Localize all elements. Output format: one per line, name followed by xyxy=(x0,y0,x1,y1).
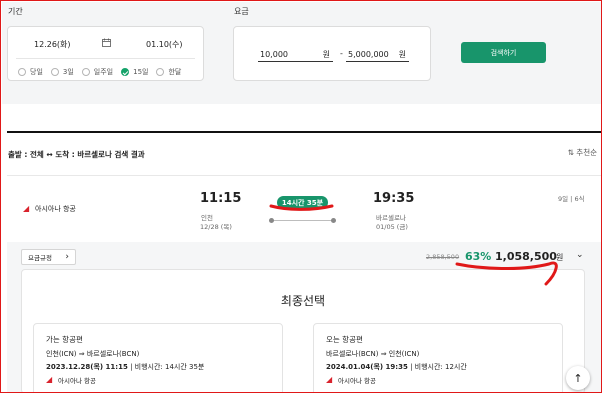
destination-dot xyxy=(331,218,336,223)
price-unit: 원 xyxy=(556,253,564,262)
period-card: 12.26(화) 01.10(수) 당일 3일 일주일 15일 한달 xyxy=(7,26,204,81)
price-card: 10,000 원 - 5,000,000 원 xyxy=(233,26,431,81)
outbound-schedule: 2023.12.28(목) 11:15 | 비행시간: 14시간 35분 xyxy=(46,363,205,371)
date-from[interactable]: 12.26(화) xyxy=(34,39,71,50)
price-label: 요금 xyxy=(234,7,249,16)
section-divider xyxy=(7,131,601,133)
outbound-airline: ◢ 아시아나 항공 xyxy=(46,375,96,386)
route-summary: 출발 : 전체 ↔ 도착 : 바르셀로나 검색 결과 xyxy=(8,150,145,159)
price-separator: - xyxy=(340,49,343,58)
depart-time: 11:15 xyxy=(200,191,242,206)
final-selection-title: 최종선택 xyxy=(280,294,326,308)
depart-date: 12/28 (목) xyxy=(200,223,232,231)
period-label: 기간 xyxy=(8,7,23,16)
radio-icon xyxy=(156,68,165,76)
outbound-route: 인천(ICN) ⇒ 바르셀로나(BCN) xyxy=(46,350,140,358)
airline-logo-icon: ◢ xyxy=(326,375,333,384)
page-frame: 기간 12.26(화) 01.10(수) 당일 3일 일주일 15일 한달 요금… xyxy=(0,0,602,393)
duration-option-sameday[interactable]: 당일 xyxy=(18,66,43,78)
duration-option-3days[interactable]: 3일 xyxy=(50,66,74,78)
chevron-right-icon: › xyxy=(65,252,69,262)
scroll-top-button[interactable]: ↑ xyxy=(566,366,590,390)
inbound-flight-card: 오는 항공편 바르셀로나(BCN) ⇒ 인천(ICN) 2024.01.04(목… xyxy=(313,323,563,392)
final-price: 1,058,500 xyxy=(495,250,557,263)
arrow-up-icon: ↑ xyxy=(573,371,583,385)
discount-rate: 63% xyxy=(465,250,492,263)
radio-icon xyxy=(50,68,59,76)
sort-dropdown[interactable]: ⇅ 추천순 xyxy=(568,147,597,158)
duration-badge: 14시간 35분 xyxy=(277,196,328,209)
outbound-title: 가는 항공편 xyxy=(46,335,83,344)
inbound-route: 바르셀로나(BCN) ⇒ 인천(ICN) xyxy=(326,350,420,358)
original-price: 2,858,500 xyxy=(426,253,460,261)
outbound-flight-card: 가는 항공편 인천(ICN) ⇒ 바르셀로나(BCN) 2023.12.28(목… xyxy=(33,323,283,392)
final-selection-card: 최종선택 가는 항공편 인천(ICN) ⇒ 바르셀로나(BCN) 2023.12… xyxy=(21,269,585,392)
duration-options: 당일 3일 일주일 15일 한달 xyxy=(18,66,197,78)
chevron-down-icon[interactable]: ⌄ xyxy=(576,250,584,260)
origin-dot xyxy=(269,218,274,223)
duration-option-week[interactable]: 일주일 xyxy=(81,66,113,78)
stay-info: 9일 | 6식 xyxy=(558,195,585,203)
airline-logo-icon: ◢ xyxy=(23,204,30,213)
radio-icon xyxy=(18,68,26,76)
radio-icon xyxy=(81,68,90,76)
search-button[interactable]: 검색하기 xyxy=(461,42,546,63)
arrive-date: 01/05 (금) xyxy=(376,223,408,231)
airline-logo-icon: ◢ xyxy=(46,375,53,384)
divider xyxy=(16,58,195,59)
date-range[interactable]: 12.26(화) 01.10(수) xyxy=(8,38,203,51)
price-min-input[interactable]: 10,000 원 xyxy=(258,47,333,62)
duration-option-15days[interactable]: 15일 xyxy=(121,66,148,78)
airline: ◢ 아시아나 항공 xyxy=(23,204,76,214)
duration-option-month[interactable]: 한달 xyxy=(156,66,181,78)
arrive-time: 19:35 xyxy=(373,191,415,206)
duration-line xyxy=(271,220,334,221)
radio-checked-icon xyxy=(121,68,130,76)
sort-icon: ⇅ xyxy=(567,148,577,157)
date-to[interactable]: 01.10(수) xyxy=(146,39,183,50)
fare-rules-button[interactable]: 요금규정 › xyxy=(21,249,76,265)
price-max-input[interactable]: 5,000,000 원 xyxy=(346,47,409,62)
calendar-icon[interactable] xyxy=(102,38,111,49)
inbound-schedule: 2024.01.04(목) 19:35 | 비행시간: 12시간 xyxy=(326,363,467,371)
inbound-title: 오는 항공편 xyxy=(326,335,363,344)
inbound-airline: ◢ 아시아나 항공 xyxy=(326,375,376,386)
